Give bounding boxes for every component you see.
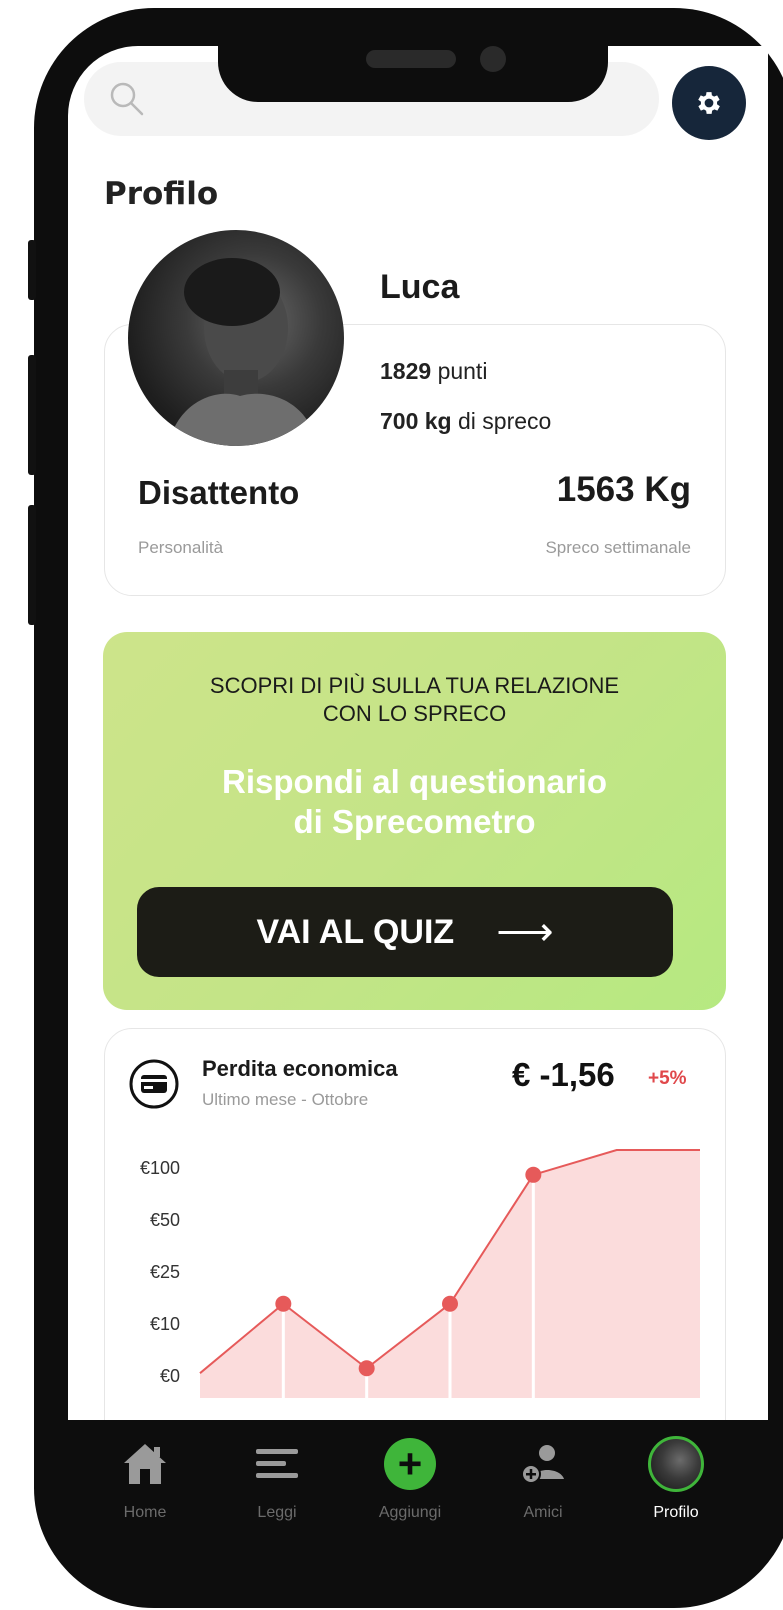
profile-avatar-icon [648, 1436, 704, 1492]
credit-card-icon [129, 1059, 179, 1109]
front-camera [480, 46, 506, 72]
personality-label: Personalità [138, 538, 224, 557]
waste-value: 700 kg [380, 408, 452, 434]
waste-stat: 700 kg di spreco [380, 408, 551, 435]
y-tick-label: €0 [160, 1366, 180, 1386]
waste-unit: di spreco [458, 408, 552, 434]
y-tick-label: €25 [150, 1262, 180, 1282]
page-title: Profilo [104, 176, 219, 212]
chart-point [442, 1295, 458, 1312]
quiz-promo-card: SCOPRI DI PIÙ SULLA TUA RELAZIONE CON LO… [103, 632, 726, 1010]
add-friend-icon [521, 1445, 564, 1484]
y-tick-label: €100 [140, 1158, 180, 1178]
add-icon: + [384, 1438, 436, 1490]
search-icon [110, 82, 144, 116]
nav-item-amici[interactable]: Amici [488, 1420, 598, 1562]
nav-item-leggi[interactable]: Leggi [222, 1420, 332, 1562]
person-photo-icon [168, 258, 318, 446]
economic-change-badge: +5% [648, 1068, 687, 1089]
speaker [366, 50, 456, 68]
nav-item-profilo[interactable]: Profilo [621, 1420, 731, 1562]
gear-icon [698, 92, 720, 114]
volume-up-button [28, 355, 36, 475]
nav-label-aggiungi: Aggiungi [378, 1504, 442, 1521]
quiz-button-label: VAI AL QUIZ [256, 912, 455, 951]
economic-loss-chart: €100 €50 €25 €10 €0 [140, 1149, 700, 1398]
chart-point [275, 1295, 292, 1312]
bottom-nav: Home Leggi + Aggiungi Amici Profilo [68, 1420, 768, 1562]
quiz-kicker-line: SCOPRI DI PIÙ SULLA TUA RELAZIONE [209, 673, 620, 698]
arrow-right-icon: ⟶ [496, 910, 554, 954]
quiz-kicker-line: CON LO SPRECO [322, 701, 507, 726]
chart-point [358, 1360, 375, 1377]
points-value: 1829 [380, 358, 432, 384]
quiz-kicker: SCOPRI DI PIÙ SULLA TUA RELAZIONE CON LO… [103, 672, 726, 728]
nav-label-profilo: Profilo [653, 1504, 699, 1521]
notch [218, 42, 608, 102]
settings-button[interactable] [672, 66, 746, 140]
economic-card-subtitle: Ultimo mese - Ottobre [202, 1090, 369, 1109]
nav-item-home[interactable]: Home [90, 1420, 200, 1562]
home-icon [124, 1444, 166, 1484]
user-name: Luca [380, 268, 460, 306]
weekly-waste-label: Spreco settimanale [545, 538, 691, 557]
nav-label-leggi: Leggi [257, 1504, 297, 1521]
quiz-headline-line: di Sprecometro [293, 803, 536, 840]
y-tick-label: €10 [150, 1314, 180, 1334]
mute-switch [28, 240, 36, 300]
y-tick-label: €50 [150, 1210, 180, 1230]
nav-item-aggiungi[interactable]: + Aggiungi [355, 1420, 465, 1562]
economic-card-title: Perdita economica [202, 1056, 398, 1081]
nav-label-home: Home [123, 1504, 167, 1521]
nav-label-amici: Amici [523, 1504, 563, 1521]
personality-value: Disattento [138, 474, 300, 511]
chart-point [525, 1166, 542, 1183]
menu-lines-icon [256, 1449, 298, 1478]
go-to-quiz-button[interactable]: VAI AL QUIZ ⟶ [137, 887, 673, 977]
points-stat: 1829 punti [380, 358, 487, 385]
quiz-headline: Rispondi al questionario di Sprecometro [103, 762, 726, 842]
volume-down-button [28, 505, 36, 625]
points-unit: punti [437, 358, 488, 384]
profile-avatar[interactable] [128, 230, 344, 446]
quiz-headline-line: Rispondi al questionario [221, 763, 608, 800]
weekly-waste-value: 1563 Kg [556, 470, 691, 509]
economic-loss-amount: € -1,56 [512, 1056, 615, 1093]
